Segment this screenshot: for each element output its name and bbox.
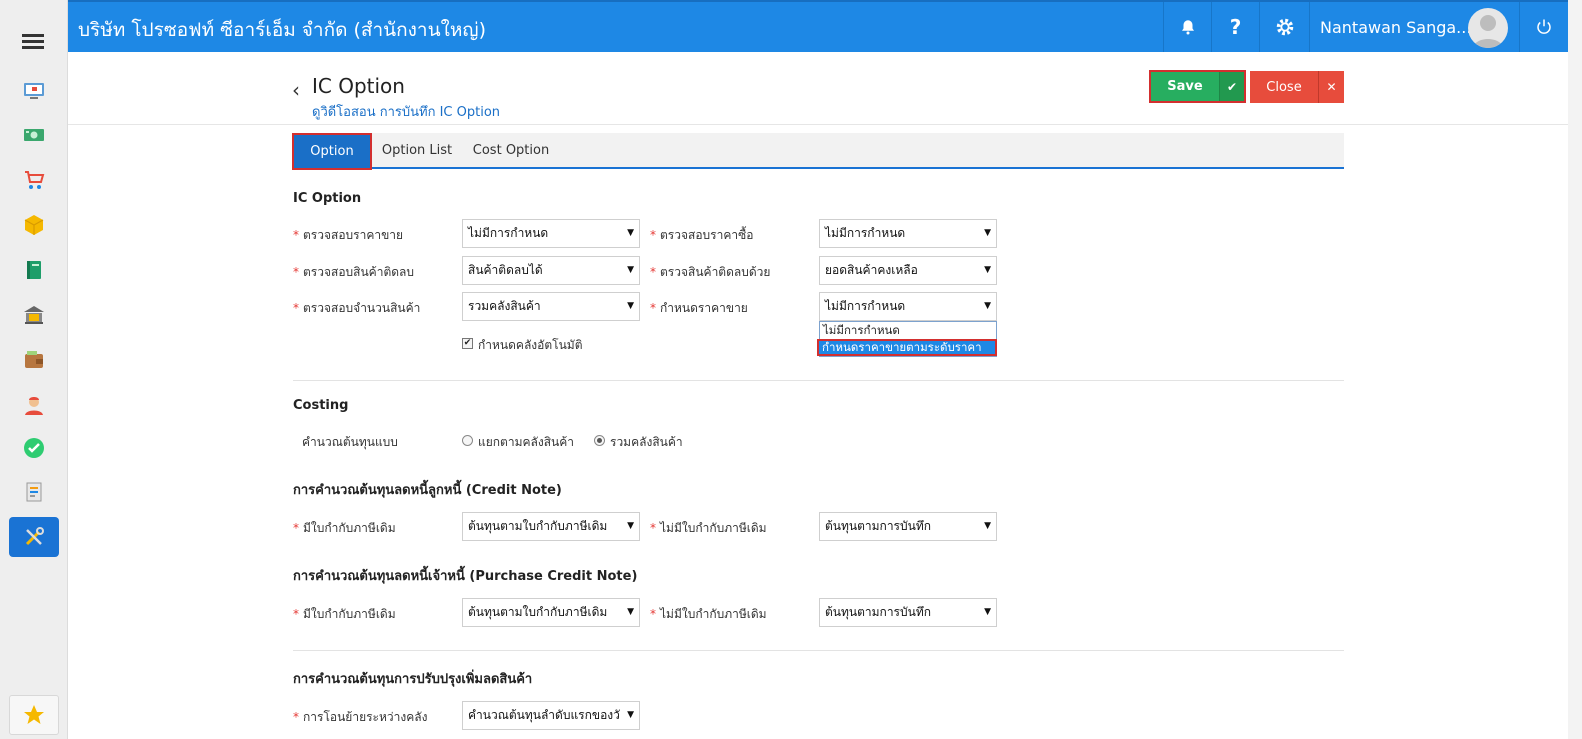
close-button[interactable]: Close [1250,71,1318,103]
dropdown-list-set-sale-price[interactable]: ไม่มีการกำหนด กำหนดราคาขายตามระดับราคา [817,321,997,357]
star-icon[interactable] [9,695,59,735]
select-check-sale-price[interactable]: ไม่มีการกำหนด ▼ [462,219,640,248]
chevron-down-icon: ▼ [984,265,991,275]
label-purchase-with-invoice: * มีใบกำกับภาษีเดิม [293,607,396,621]
label-check-negative-with: * ตรวจสินค้าติดลบด้วย [650,265,771,279]
select-transfer[interactable]: คำนวณต้นทุนลำดับแรกของวั ▼ [462,701,640,730]
wallet-icon[interactable] [9,340,59,380]
section-costing: Costing [293,398,349,413]
box-icon[interactable] [9,205,59,245]
divider [293,380,1344,381]
dropdown-option[interactable]: ไม่มีการกำหนด [820,322,996,339]
top-bar: บริษัท โปรซอฟท์ ซีอาร์เอ็ม จำกัด (สำนักง… [68,0,1568,52]
power-icon[interactable] [1519,2,1568,52]
tab-bar: Option Option List Cost Option [292,133,1344,170]
checkbox-auto-warehouse[interactable]: ✔ [462,338,473,349]
select-credit-with-invoice[interactable]: ต้นทุนตามใบกำกับภาษีเดิม ▼ [462,512,640,541]
section-credit-note: การคำนวณต้นทุนลดหนี้ลูกหนี้ (Credit Note… [293,483,562,498]
monitor-icon[interactable] [9,70,59,110]
select-purchase-without-invoice[interactable]: ต้นทุนตามการบันทึก ▼ [819,598,997,627]
chevron-down-icon: ▼ [627,607,634,617]
chevron-down-icon: ▼ [627,228,634,238]
label-credit-with-invoice: * มีใบกำกับภาษีเดิม [293,521,396,535]
check-circle-icon[interactable] [9,428,59,468]
menu-icon[interactable] [22,34,44,52]
select-purchase-with-invoice[interactable]: ต้นทุนตามใบกำกับภาษีเดิม ▼ [462,598,640,627]
select-check-negative-with[interactable]: ยอดสินค้าคงเหลือ ▼ [819,256,997,285]
tools-icon[interactable] [9,517,59,557]
tab-cost-option[interactable]: Cost Option [467,133,555,167]
bank-icon[interactable] [9,295,59,335]
select-credit-without-invoice[interactable]: ต้นทุนตามการบันทึก ▼ [819,512,997,541]
gear-icon[interactable] [1259,2,1309,52]
tab-option[interactable]: Option [292,133,372,170]
bell-icon[interactable] [1163,2,1211,52]
select-check-negative-stock[interactable]: สินค้าติดลบได้ ▼ [462,256,640,285]
select-check-purchase-price[interactable]: ไม่มีการกำหนด ▼ [819,219,997,248]
left-sidebar [0,0,68,739]
user-name[interactable]: Nantawan Sanga... [1320,18,1471,37]
radio-by-warehouse[interactable] [462,435,473,446]
chevron-down-icon: ▼ [984,228,991,238]
avatar[interactable] [1468,8,1508,48]
section-ic-option: IC Option [293,191,362,206]
save-button-group[interactable]: Save ✔ [1149,70,1246,103]
label-transfer: * การโอนย้ายระหว่างคลัง [293,710,428,724]
label-credit-without-invoice: * ไม่มีใบกำกับภาษีเดิม [650,521,767,535]
divider [293,650,1344,651]
section-adjustment: การคำนวณต้นทุนการปรับปรุงเพิ่มลดสินค้า [293,672,533,687]
company-title: บริษัท โปรซอฟท์ ซีอาร์เอ็ม จำกัด (สำนักง… [78,19,486,41]
label-auto-warehouse: กำหนดคลังอัตโนมัติ [478,338,583,352]
chevron-down-icon: ▼ [627,521,634,531]
close-icon[interactable]: ✕ [1318,71,1344,103]
chevron-down-icon: ▼ [627,301,634,311]
section-purchase-credit-note: การคำนวณต้นทุนลดหนี้เจ้าหนี้ (Purchase C… [293,569,638,584]
select-check-quantity[interactable]: รวมคลังสินค้า ▼ [462,292,640,321]
help-icon[interactable]: ? [1211,2,1259,52]
label-check-purchase-price: * ตรวจสอบราคาซื้อ [650,228,754,242]
document-icon[interactable] [9,472,59,512]
select-set-sale-price[interactable]: ไม่มีการกำหนด ▼ [819,292,997,321]
label-radio-by-warehouse: แยกตามคลังสินค้า [478,435,575,449]
chevron-down-icon: ▼ [627,710,634,720]
tab-option-list[interactable]: Option List [377,133,457,167]
chevron-down-icon: ▼ [984,301,991,311]
money-icon[interactable] [9,115,59,155]
cart-icon[interactable] [9,160,59,200]
scrollbar[interactable] [1568,0,1582,739]
label-radio-combined: รวมคลังสินค้า [610,435,683,449]
save-button[interactable]: Save [1151,72,1219,101]
label-set-sale-price: * กำหนดราคาขาย [650,301,748,315]
close-button-group[interactable]: Close ✕ [1250,71,1344,103]
label-check-sale-price: * ตรวจสอบราคาขาย [293,228,404,242]
back-chevron-icon[interactable]: ‹ [292,78,300,102]
chevron-down-icon: ▼ [984,521,991,531]
tutorial-link[interactable]: ดูวิดีโอสอน การบันทึก IC Option [312,101,500,122]
label-check-negative-stock: * ตรวจสอบสินค้าติดลบ [293,265,415,279]
radio-combined[interactable] [594,435,605,446]
label-check-quantity: * ตรวจสอบจำนวนสินค้า [293,301,421,315]
save-check-icon[interactable]: ✔ [1219,72,1244,101]
label-costing-method: คำนวณต้นทุนแบบ [302,435,398,449]
page-title: IC Option [312,74,405,98]
chevron-down-icon: ▼ [984,607,991,617]
chevron-down-icon: ▼ [627,265,634,275]
label-purchase-without-invoice: * ไม่มีใบกำกับภาษีเดิม [650,607,767,621]
user-icon[interactable] [9,385,59,425]
book-icon[interactable] [9,250,59,290]
dropdown-option-selected[interactable]: กำหนดราคาขายตามระดับราคา [817,339,997,356]
